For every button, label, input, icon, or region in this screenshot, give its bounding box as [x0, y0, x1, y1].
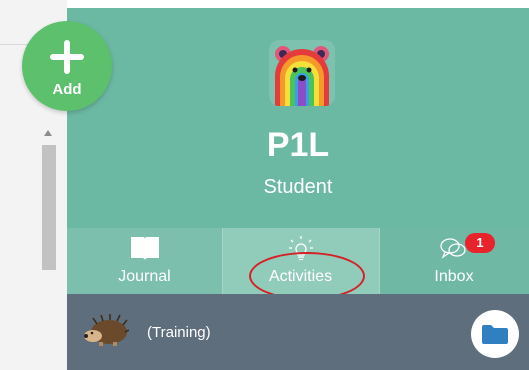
scroll-up-arrow-icon[interactable] [44, 130, 52, 136]
profile-name: P1L [266, 126, 330, 164]
annotation-circle [249, 252, 365, 300]
hedgehog-icon [84, 314, 129, 346]
tab-inbox-label: Inbox [434, 268, 474, 285]
inbox-badge: 1 [465, 233, 495, 253]
profile-header: P1L Student [67, 8, 529, 228]
tab-bar: Journal Activities Inbox 1 [67, 228, 529, 300]
tab-journal[interactable]: Journal [67, 228, 222, 294]
tab-journal-label: Journal [118, 268, 171, 285]
scrollbar-thumb[interactable] [42, 145, 56, 270]
plus-icon [50, 40, 84, 74]
folder-icon [482, 325, 508, 344]
divider [222, 228, 223, 294]
item-bar[interactable]: (Training) [67, 294, 529, 370]
add-button-label: Add [52, 81, 82, 98]
item-label: (Training) [147, 324, 211, 341]
folder-button[interactable] [471, 310, 519, 358]
add-button[interactable]: Add [22, 21, 112, 111]
book-icon [130, 237, 159, 260]
rainbow-bear-icon [275, 46, 329, 106]
tab-inbox[interactable]: Inbox [379, 228, 529, 294]
avatar[interactable] [269, 40, 335, 106]
divider [379, 228, 380, 294]
profile-role: Student [263, 176, 333, 198]
